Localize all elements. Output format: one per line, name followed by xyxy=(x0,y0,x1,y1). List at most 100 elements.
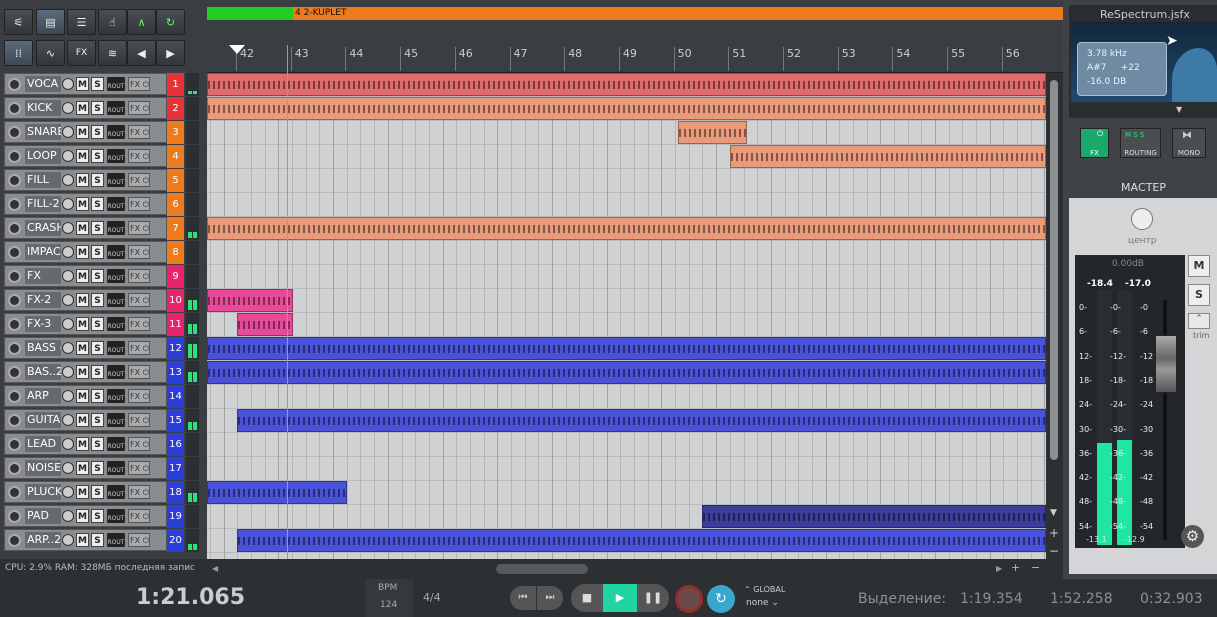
hzoom-in-icon[interactable]: + xyxy=(1011,561,1020,574)
routing-button[interactable]: ROUT xyxy=(107,317,125,331)
mute-button[interactable]: M xyxy=(76,509,89,523)
scroll-left-icon[interactable]: ◀ xyxy=(212,564,218,573)
track-header[interactable]: FILL M S ROUT FX ⏻ xyxy=(4,169,167,191)
mute-button[interactable]: M xyxy=(76,149,89,163)
media-item[interactable] xyxy=(237,409,1046,432)
record-arm-icon[interactable] xyxy=(8,269,21,283)
routing-button[interactable]: ROUT xyxy=(107,533,125,547)
scroll-down-icon[interactable]: ▼ xyxy=(1050,508,1057,518)
media-item[interactable] xyxy=(678,121,747,144)
mixer-button[interactable]: ⚟ xyxy=(4,9,33,35)
record-arm-icon[interactable] xyxy=(8,533,21,547)
fx-button[interactable]: FX ⏻ xyxy=(128,509,150,523)
track-name[interactable]: FILL xyxy=(25,172,61,188)
volume-knob[interactable] xyxy=(62,366,74,378)
track-header[interactable]: IMPAC M S ROUT FX ⏻ xyxy=(4,241,167,263)
mute-button[interactable]: M xyxy=(76,413,89,427)
routing-button[interactable]: ROUT xyxy=(107,389,125,403)
record-arm-icon[interactable] xyxy=(8,149,21,163)
track-name[interactable]: FILL-2 xyxy=(25,196,61,212)
track-header[interactable]: SNARE M S ROUT FX ⏻ xyxy=(4,121,167,143)
master-settings-button[interactable]: ⚙ xyxy=(1181,525,1204,548)
trim-button[interactable]: ∧ xyxy=(127,9,156,35)
mute-button[interactable]: M xyxy=(76,293,89,307)
media-item[interactable] xyxy=(207,73,1046,96)
track-name[interactable]: NOISE xyxy=(25,460,61,476)
mute-button[interactable]: M xyxy=(76,533,89,547)
mute-button[interactable]: M xyxy=(76,101,89,115)
solo-button[interactable]: S xyxy=(91,77,104,91)
routing-button[interactable]: ROUT xyxy=(107,365,125,379)
record-arm-icon[interactable] xyxy=(8,437,21,451)
fx-button[interactable]: FX ⏻ xyxy=(128,197,150,211)
repeat-button[interactable]: ↻ xyxy=(707,585,735,613)
track-header[interactable]: KICK M S ROUT FX ⏻ xyxy=(4,97,167,119)
play-button[interactable]: ▶ xyxy=(603,584,637,612)
volume-knob[interactable] xyxy=(62,222,74,234)
record-arm-icon[interactable] xyxy=(8,317,21,331)
track-header[interactable]: PLUCK M S ROUT FX ⏻ xyxy=(4,481,167,503)
solo-button[interactable]: S xyxy=(91,365,104,379)
mute-button[interactable]: M xyxy=(76,269,89,283)
fx-button[interactable]: FX ⏻ xyxy=(128,293,150,307)
mute-button[interactable]: M xyxy=(76,77,89,91)
track-name[interactable]: PLUCK xyxy=(25,484,61,500)
track-header[interactable]: PAD M S ROUT FX ⏻ xyxy=(4,505,167,527)
track-header[interactable]: ARP..2 M S ROUT FX ⏻ xyxy=(4,529,167,551)
grid-button[interactable]: ⁞⁞ xyxy=(4,40,33,66)
track-header[interactable]: NOISE M S ROUT FX ⏻ xyxy=(4,457,167,479)
routing-button[interactable]: ROUT xyxy=(107,245,125,259)
track-name[interactable]: PAD xyxy=(25,508,61,524)
fx-button[interactable]: FX ⏻ xyxy=(128,365,150,379)
routing-button[interactable]: ROUT xyxy=(107,173,125,187)
solo-button[interactable]: S xyxy=(91,509,104,523)
routing-button[interactable]: ROUT xyxy=(107,437,125,451)
volume-knob[interactable] xyxy=(62,78,74,90)
selection-start[interactable]: 1:19.354 xyxy=(960,591,1023,607)
track-name[interactable]: FX-2 xyxy=(25,292,61,308)
fx-button[interactable]: FX ⏻ xyxy=(128,461,150,475)
volume-knob[interactable] xyxy=(62,294,74,306)
record-arm-icon[interactable] xyxy=(8,341,21,355)
mute-button[interactable]: M xyxy=(76,389,89,403)
fx-button[interactable]: FX ⏻ xyxy=(128,269,150,283)
solo-button[interactable]: S xyxy=(91,173,104,187)
record-arm-icon[interactable] xyxy=(8,365,21,379)
track-header[interactable]: BASS - M S ROUT FX ⏻ xyxy=(4,337,167,359)
mute-button[interactable]: M xyxy=(76,125,89,139)
mute-button[interactable]: M xyxy=(76,317,89,331)
fx-button[interactable]: FX ⏻ xyxy=(128,221,150,235)
horizontal-scroll-thumb[interactable] xyxy=(496,564,588,574)
solo-button[interactable]: S xyxy=(91,125,104,139)
volume-knob[interactable] xyxy=(62,318,74,330)
solo-button[interactable]: S xyxy=(91,149,104,163)
record-arm-icon[interactable] xyxy=(8,197,21,211)
loop-button[interactable]: ↻ xyxy=(156,9,185,35)
track-header[interactable]: LEAD M S ROUT FX ⏻ xyxy=(4,433,167,455)
track-name[interactable]: BASS - xyxy=(25,340,61,356)
solo-button[interactable]: S xyxy=(91,341,104,355)
region-green[interactable] xyxy=(207,7,293,20)
fx-button[interactable]: FX ⏻ xyxy=(128,149,150,163)
zoom-out-icon[interactable]: − xyxy=(1049,544,1059,558)
solo-button[interactable]: S xyxy=(91,485,104,499)
mute-button[interactable]: M xyxy=(76,461,89,475)
record-arm-icon[interactable] xyxy=(8,509,21,523)
track-header[interactable]: ARP M S ROUT FX ⏻ xyxy=(4,385,167,407)
record-arm-icon[interactable] xyxy=(8,413,21,427)
fx-toolbar-button[interactable]: FX xyxy=(67,40,96,66)
region-2-kuplet[interactable]: 4 2-KUPLET xyxy=(293,7,1063,20)
volume-knob[interactable] xyxy=(62,510,74,522)
save-button[interactable]: ▤ xyxy=(36,9,65,35)
global-mode-select[interactable]: none ⌄ xyxy=(746,598,779,608)
routing-button[interactable]: ROUT xyxy=(107,509,125,523)
track-name[interactable]: LEAD xyxy=(25,436,61,452)
volume-knob[interactable] xyxy=(62,534,74,546)
fader-handle[interactable] xyxy=(1155,335,1177,393)
track-header[interactable]: FX M S ROUT FX ⏻ xyxy=(4,265,167,287)
routing-button[interactable]: ROUT xyxy=(107,269,125,283)
volume-knob[interactable] xyxy=(62,174,74,186)
solo-button[interactable]: S xyxy=(91,101,104,115)
track-header[interactable]: BAS..2 M S ROUT FX ⏻ xyxy=(4,361,167,383)
track-name[interactable]: ARP..2 xyxy=(25,532,61,548)
